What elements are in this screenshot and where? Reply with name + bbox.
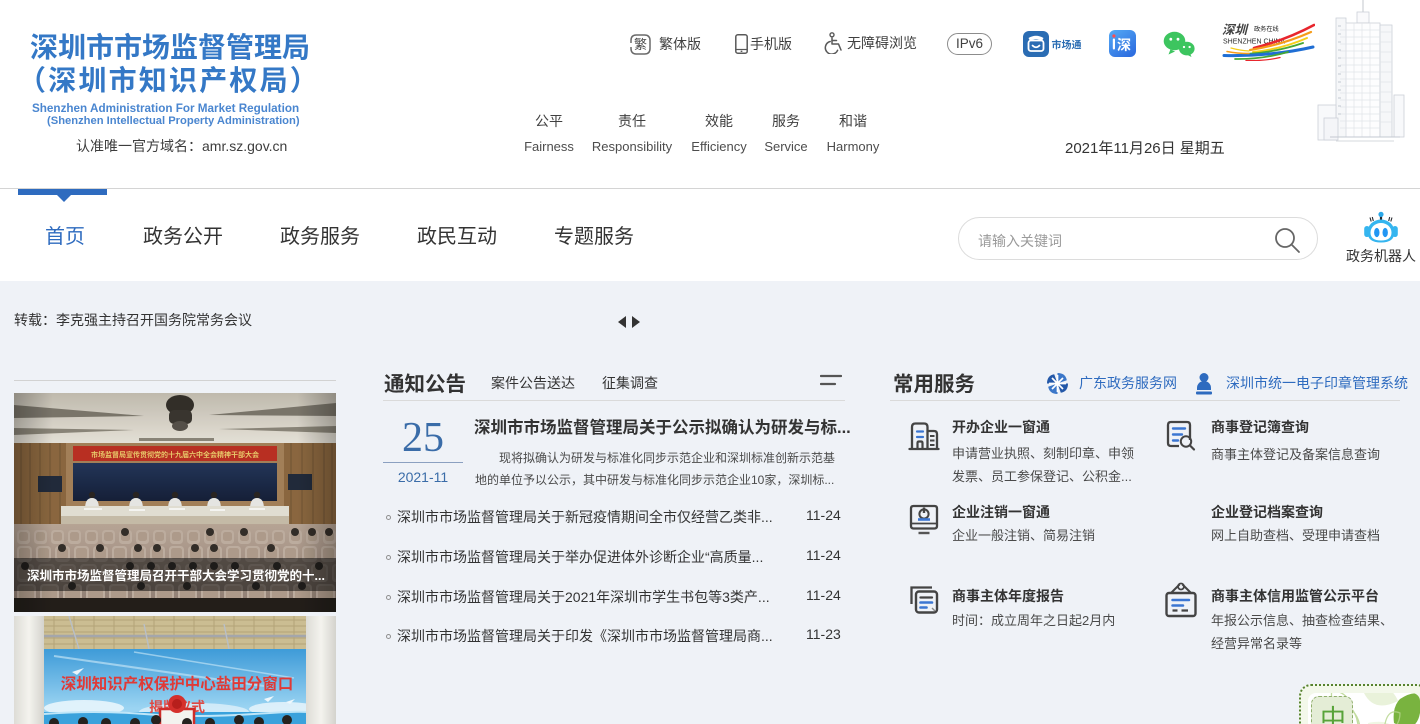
svg-text:深: 深 [1117, 35, 1131, 55]
svg-text:深圳知识产权保护中心盐田分窗口: 深圳知识产权保护中心盐田分窗口 [61, 672, 294, 694]
svg-text:政务在线: 政务在线 [1254, 24, 1279, 33]
svg-text:深圳: 深圳 [1222, 21, 1250, 38]
svg-text:市场通: 市场通 [1052, 37, 1082, 52]
svg-text:繁: 繁 [634, 34, 647, 53]
